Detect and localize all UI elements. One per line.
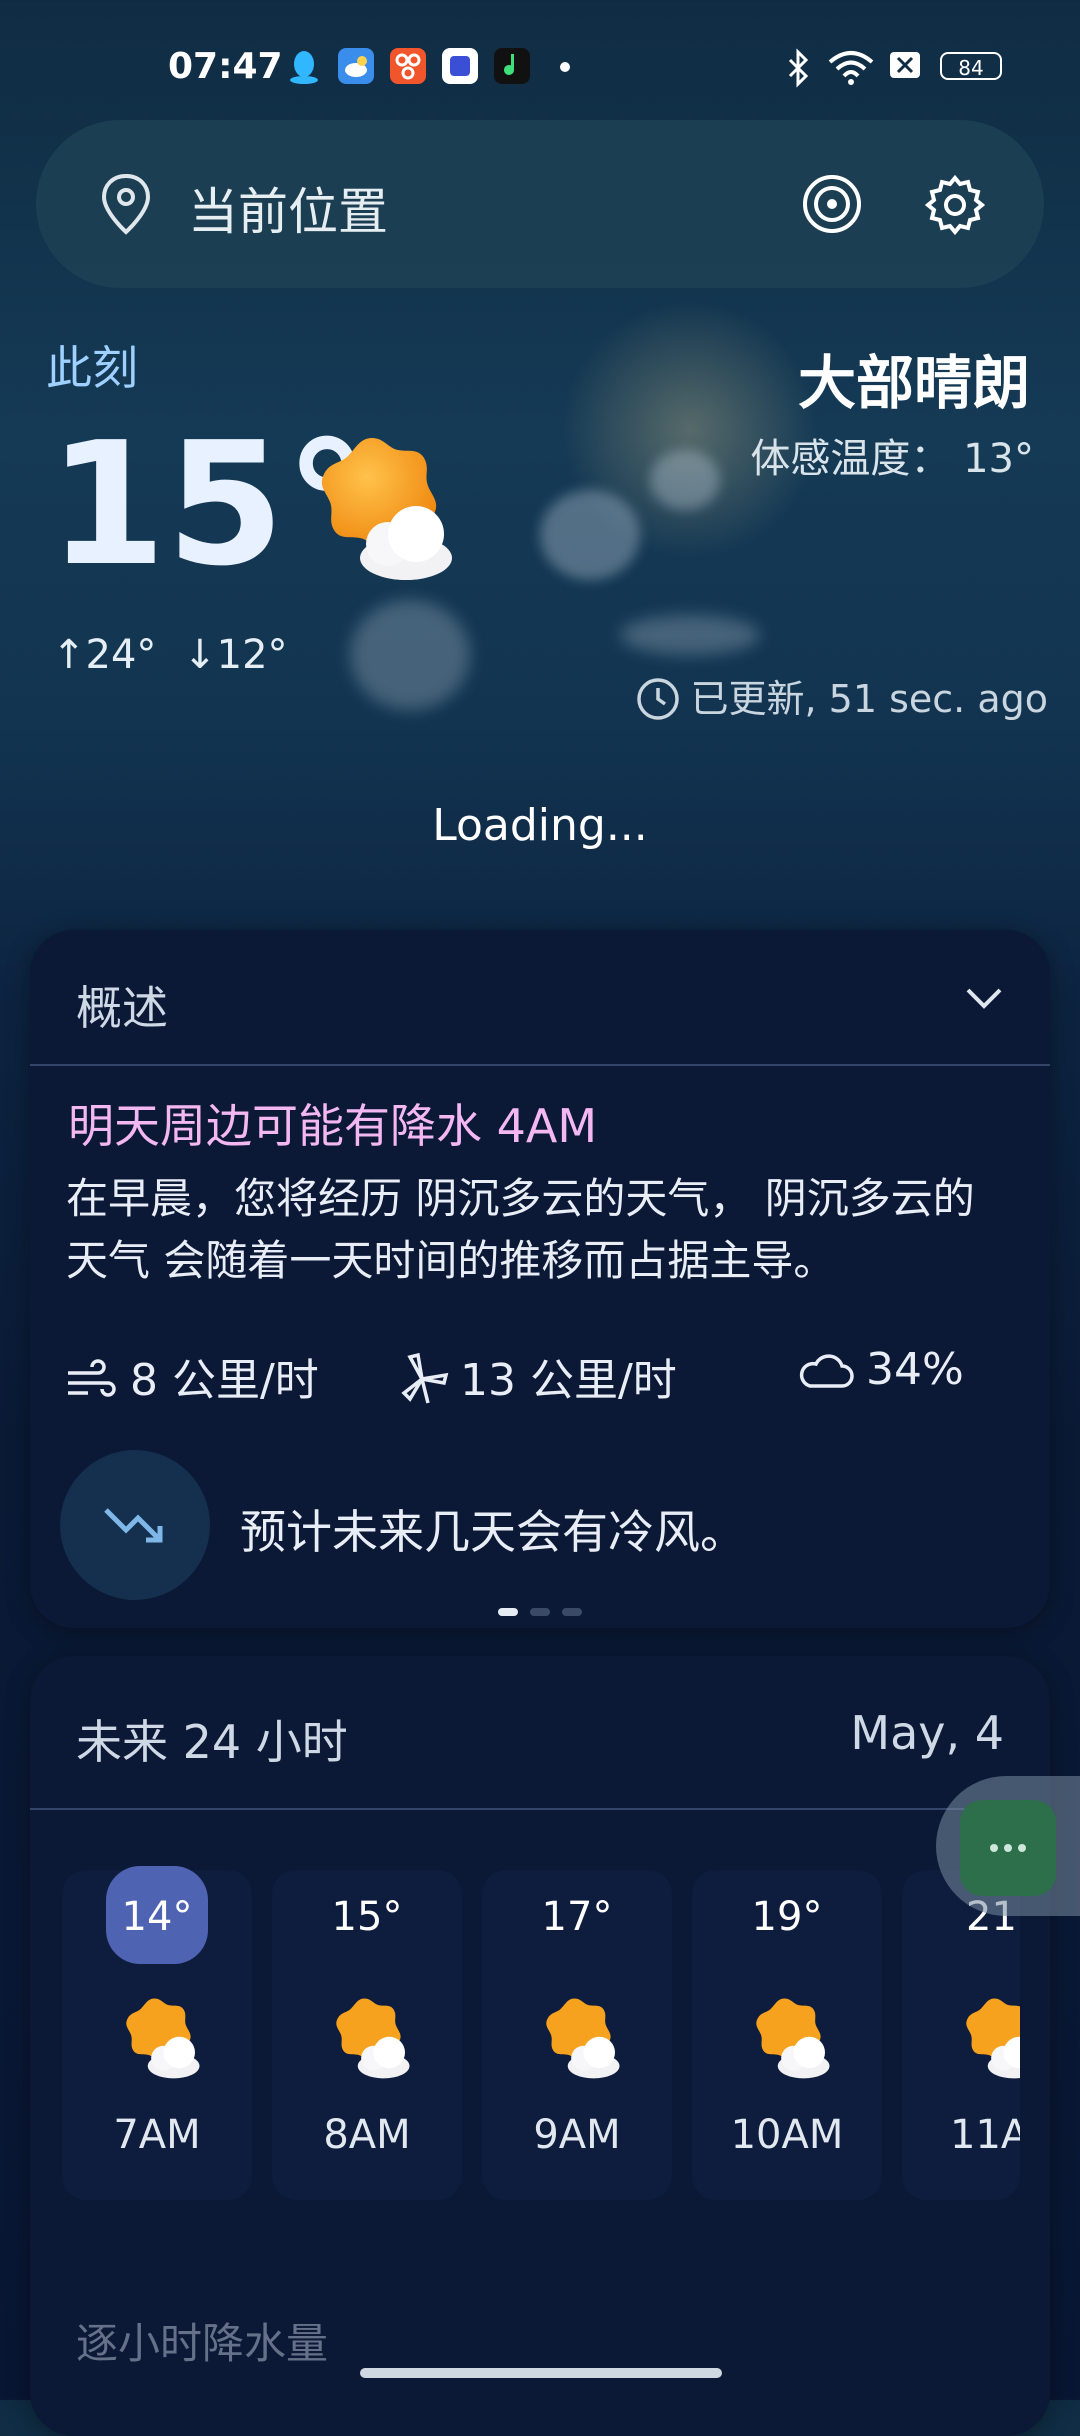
gust-stat: 13 公里/时 (394, 1344, 677, 1408)
condition-text: 大部晴朗 (797, 349, 1030, 417)
hour-temp: 19° (751, 1894, 823, 1940)
windmill-icon (401, 1352, 449, 1404)
wind-value: 8 公里/时 (130, 1355, 319, 1406)
app-icon (390, 48, 426, 84)
weather-app-icon (338, 48, 374, 84)
updated-text: 已更新, 51 sec. ago (690, 677, 1048, 721)
locate-target-icon[interactable] (800, 172, 864, 236)
battery-icon: 84 (940, 52, 1002, 80)
pager-dot[interactable] (530, 1608, 550, 1616)
partly-cloudy-icon-clipped (954, 1994, 1020, 2084)
updated-status: 已更新, 51 sec. ago (635, 668, 1048, 723)
hourly-divider (30, 1808, 1050, 1810)
loading-text: Loading... (432, 800, 648, 851)
status-bar: 07:47 84 (0, 0, 1080, 130)
hourly-title: 未来 24 小时 (76, 1715, 348, 1769)
bg-cloud (540, 490, 640, 580)
bg-cloud (620, 615, 760, 655)
hour-temp: 15° (331, 1894, 403, 1940)
tieba-icon (442, 48, 478, 84)
overview-title: 概述 (76, 981, 168, 1035)
partly-cloudy-icon (546, 1998, 620, 2079)
trend-text: 预计未来几天会有冷风。 (240, 1505, 746, 1559)
more-dots-icon (990, 1844, 1026, 1852)
music-icon (494, 48, 530, 84)
hour-temp: 17° (541, 1894, 613, 1940)
bluetooth-icon (788, 48, 809, 88)
cloud-cover-stat: 34% (796, 1344, 964, 1395)
arrow-up-icon: ↑ (52, 632, 86, 678)
weather-summary: 在早晨，您将经历 阴沉多云的天气， 阴沉多云的天气 会随着一天时间的推移而占据主… (66, 1174, 975, 1285)
pager-dot-active[interactable] (498, 1608, 518, 1616)
partly-cloudy-icon (756, 1998, 830, 2079)
partly-cloudy-icon (321, 438, 452, 580)
hour-time: 9AM (533, 2112, 621, 2158)
hour-temp: 14° (121, 1894, 193, 1940)
partly-cloudy-icon (336, 1998, 410, 2079)
wind-icon (68, 1359, 116, 1397)
precipitation-alert: 明天周边可能有降水 4AM (68, 1099, 598, 1153)
qq-icon (286, 48, 322, 84)
arrow-down-icon: ↓ (183, 632, 217, 678)
gust-value: 13 公里/时 (460, 1355, 677, 1406)
clock-icon (636, 678, 679, 720)
sim-icon (890, 52, 920, 78)
now-label: 此刻 (46, 341, 138, 395)
pager-dot[interactable] (562, 1608, 582, 1616)
overview-divider (30, 1064, 1050, 1066)
location-pin-icon (101, 173, 151, 235)
trend-down-icon (104, 1508, 163, 1543)
hour-time: 7AM (113, 2112, 201, 2158)
hour-time: 10AM (730, 2112, 844, 2158)
bg-cloud (650, 450, 720, 510)
battery-level: 84 (958, 56, 984, 80)
location-text[interactable]: 当前位置 (188, 172, 388, 244)
low-temp: 12° (216, 632, 288, 678)
wifi-icon (828, 51, 874, 85)
wind-stat: 8 公里/时 (64, 1344, 319, 1408)
more-notifications-dot (560, 62, 570, 72)
bg-cloud (350, 600, 470, 710)
hour-time: 11AM (950, 2112, 1020, 2158)
status-time: 07:47 (168, 46, 283, 87)
cloud-icon (799, 1354, 854, 1388)
high-temp: 24° (85, 632, 157, 678)
hourly-date: May, 4 (850, 1706, 1004, 1760)
more-options-button[interactable] (960, 1800, 1056, 1896)
cloud-value: 34% (866, 1344, 964, 1395)
settings-gear-icon[interactable] (922, 172, 988, 238)
hourly-precipitation-title: 逐小时降水量 (76, 2319, 329, 2368)
feels-like-text: 体感温度： 13° (750, 436, 1034, 482)
high-low-temps: ↑24° ↓12° (52, 632, 288, 678)
home-gesture-bar[interactable] (360, 2368, 722, 2378)
partly-cloudy-icon (126, 1998, 200, 2079)
chevron-down-icon[interactable] (962, 980, 1006, 1016)
hour-time: 8AM (323, 2112, 411, 2158)
